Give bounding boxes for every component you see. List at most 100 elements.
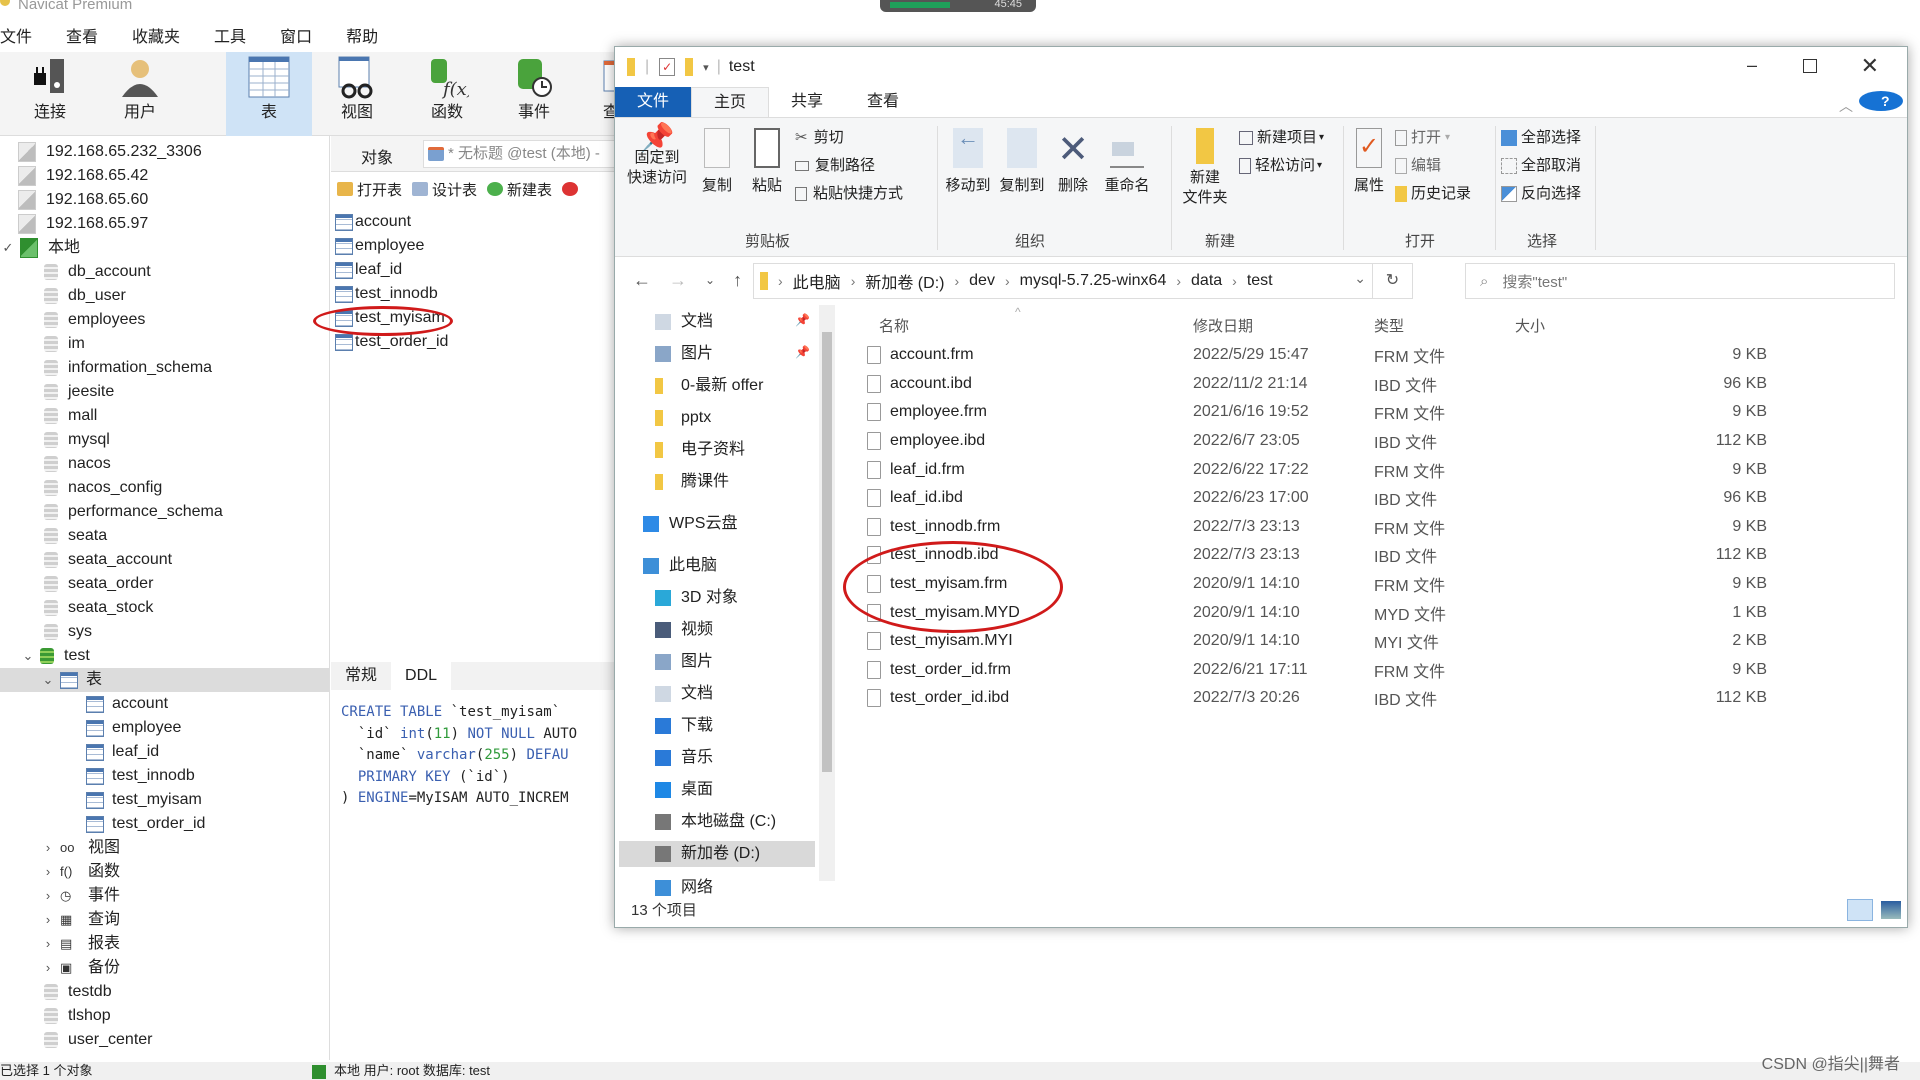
chevron-right-icon[interactable]: › [40, 836, 56, 860]
breadcrumb[interactable]: › 此电脑 › 新加卷 (D:) › dev › mysql-5.7.25-winx64… [753, 263, 1413, 299]
tree-node[interactable]: › ▦ 查询 [40, 908, 120, 932]
tree-database[interactable]: db_user [44, 284, 126, 308]
tree-database[interactable]: nacos [44, 452, 111, 476]
object-list-item[interactable]: test_innodb [335, 282, 438, 306]
tree-database[interactable]: seata_account [44, 548, 172, 572]
file-row[interactable]: test_myisam.MYI 2020/9/1 14:10 MYI 文件 2 KB [845, 627, 1905, 656]
nav-pane-item[interactable]: 此电脑 [643, 553, 717, 579]
tree-node[interactable]: › f() 函数 [40, 860, 120, 884]
maximize-button[interactable] [1803, 59, 1817, 73]
tab-untitled-query[interactable]: * 无标题 @test (本地) - [423, 140, 623, 168]
view-button[interactable]: 视图 [320, 52, 394, 136]
tab-general[interactable]: 常规 [331, 662, 391, 690]
breadcrumb-item[interactable]: dev [969, 272, 995, 290]
tree-node[interactable]: › ◷ 事件 [40, 884, 120, 908]
copy-path-button[interactable]: 复制路径 [795, 156, 875, 176]
tab-objects[interactable]: 对象 [361, 144, 393, 168]
delete-table-button[interactable] [562, 182, 582, 196]
chevron-down-icon[interactable]: ✓ [0, 236, 16, 260]
close-button[interactable]: ✕ [1861, 53, 1879, 79]
tree-table[interactable]: account [86, 692, 168, 716]
large-icons-view-button[interactable] [1881, 901, 1901, 919]
column-type[interactable]: 类型 [1374, 315, 1404, 336]
tree-database[interactable]: im [44, 332, 85, 356]
breadcrumb-item[interactable]: 新加卷 (D:) [865, 269, 944, 293]
copy-button[interactable]: 复制 [695, 128, 739, 196]
tree-database[interactable]: db_account [44, 260, 151, 284]
cut-button[interactable]: ✂ 剪切 [795, 128, 844, 148]
nav-pane-item[interactable]: 网络 [655, 875, 713, 901]
tab-share[interactable]: 共享 [769, 87, 845, 117]
select-none-button[interactable]: 全部取消 [1501, 156, 1581, 176]
tab-ddl[interactable]: DDL [391, 662, 452, 690]
pin-icon[interactable]: 📌 [795, 345, 810, 359]
nav-pane-item[interactable]: 新加卷 (D:) [619, 841, 815, 867]
tree-table[interactable]: test_innodb [86, 764, 195, 788]
design-table-button[interactable]: 设计表 [412, 179, 477, 200]
breadcrumb-item[interactable]: mysql-5.7.25-winx64 [1020, 272, 1167, 290]
tree-node[interactable]: › oo 视图 [40, 836, 120, 860]
tree-table[interactable]: employee [86, 716, 181, 740]
file-row[interactable]: test_order_id.ibd 2022/7/3 20:26 IBD 文件 112… [845, 684, 1905, 713]
chevron-down-icon[interactable]: ⌄ [40, 668, 56, 692]
properties-quick-icon[interactable]: ✓ [659, 58, 676, 76]
nav-pane-item[interactable]: 视频 [655, 617, 713, 643]
menu-window[interactable]: 窗口 [280, 23, 312, 47]
tree-database[interactable]: seata [44, 524, 107, 548]
nav-pane-item[interactable]: 文档 [655, 681, 713, 707]
tree-connection-local[interactable]: ✓ 本地 [0, 236, 80, 260]
up-button[interactable]: ↑ [733, 270, 742, 291]
recent-locations-button[interactable]: ⌄ [705, 273, 715, 287]
object-list-item[interactable]: employee [335, 234, 424, 258]
tree-database[interactable]: information_schema [44, 356, 212, 380]
new-table-button[interactable]: 新建表 [487, 179, 552, 200]
nav-pane-item[interactable]: 0-最新 offer [655, 373, 763, 399]
pin-icon[interactable]: 📌 [795, 313, 810, 327]
column-date[interactable]: 修改日期 [1193, 315, 1253, 336]
tree-database[interactable]: seata_stock [44, 596, 153, 620]
tree-database[interactable]: testdb [44, 980, 112, 1004]
tree-table[interactable]: test_order_id [86, 812, 205, 836]
refresh-button[interactable]: ↻ [1372, 264, 1412, 298]
nav-pane-item[interactable]: 下载 [655, 713, 713, 739]
rename-button[interactable]: 重命名 [1099, 128, 1155, 196]
tree-database[interactable]: employees [44, 308, 145, 332]
nav-pane-item[interactable]: 图片 [655, 649, 713, 675]
user-button[interactable]: 用户 [100, 52, 180, 136]
nav-pane-item[interactable]: 电子资料 [655, 437, 745, 463]
breadcrumb-item[interactable]: 此电脑 [793, 269, 841, 293]
chevron-right-icon[interactable]: › [40, 908, 56, 932]
forward-button[interactable]: → [669, 270, 687, 291]
search-input[interactable]: 搜索"test" [1502, 271, 1567, 292]
file-row[interactable]: account.frm 2022/5/29 15:47 FRM 文件 9 KB [845, 341, 1905, 370]
tree-node[interactable]: › ▤ 报表 [40, 932, 120, 956]
paste-shortcut-button[interactable]: 粘贴快捷方式 [795, 184, 903, 204]
nav-pane-item[interactable]: 音乐 [655, 745, 713, 771]
chevron-right-icon[interactable]: › [40, 860, 56, 884]
nav-pane-item[interactable]: WPS云盘 [643, 511, 737, 537]
back-button[interactable]: ← [633, 270, 651, 291]
event-button[interactable]: 事件 [494, 52, 574, 136]
menu-view[interactable]: 查看 [66, 23, 98, 47]
nav-pane-scroll-thumb[interactable] [822, 332, 832, 772]
object-list-item[interactable]: leaf_id [335, 258, 402, 282]
invert-selection-button[interactable]: 反向选择 [1501, 184, 1581, 204]
tab-file[interactable]: 文件 [615, 87, 692, 117]
tree-tables-node[interactable]: ⌄ 表 [0, 668, 329, 692]
file-row[interactable]: account.ibd 2022/11/2 21:14 IBD 文件 96 KB [845, 370, 1905, 399]
paste-button[interactable]: 粘贴 [745, 128, 789, 196]
tree-connection[interactable]: 192.168.65.42 [18, 164, 148, 188]
tree-database-open[interactable]: ⌄ test [20, 644, 90, 668]
breadcrumb-item[interactable]: test [1247, 272, 1273, 290]
tree-database[interactable]: mall [44, 404, 97, 428]
tree-database[interactable]: user_center [44, 1028, 153, 1052]
tree-node[interactable]: › ▣ 备份 [40, 956, 120, 980]
open-button[interactable]: 打开 ▾ [1395, 128, 1450, 148]
connect-button[interactable]: 连接 [10, 52, 90, 136]
column-size[interactable]: 大小 [1515, 315, 1545, 336]
edit-button[interactable]: 编辑 [1395, 156, 1441, 176]
move-to-button[interactable]: ← 移动到 [943, 127, 993, 196]
menu-help[interactable]: 帮助 [346, 23, 378, 47]
breadcrumb-item[interactable]: data [1191, 272, 1222, 290]
menu-favorites[interactable]: 收藏夹 [132, 23, 180, 47]
